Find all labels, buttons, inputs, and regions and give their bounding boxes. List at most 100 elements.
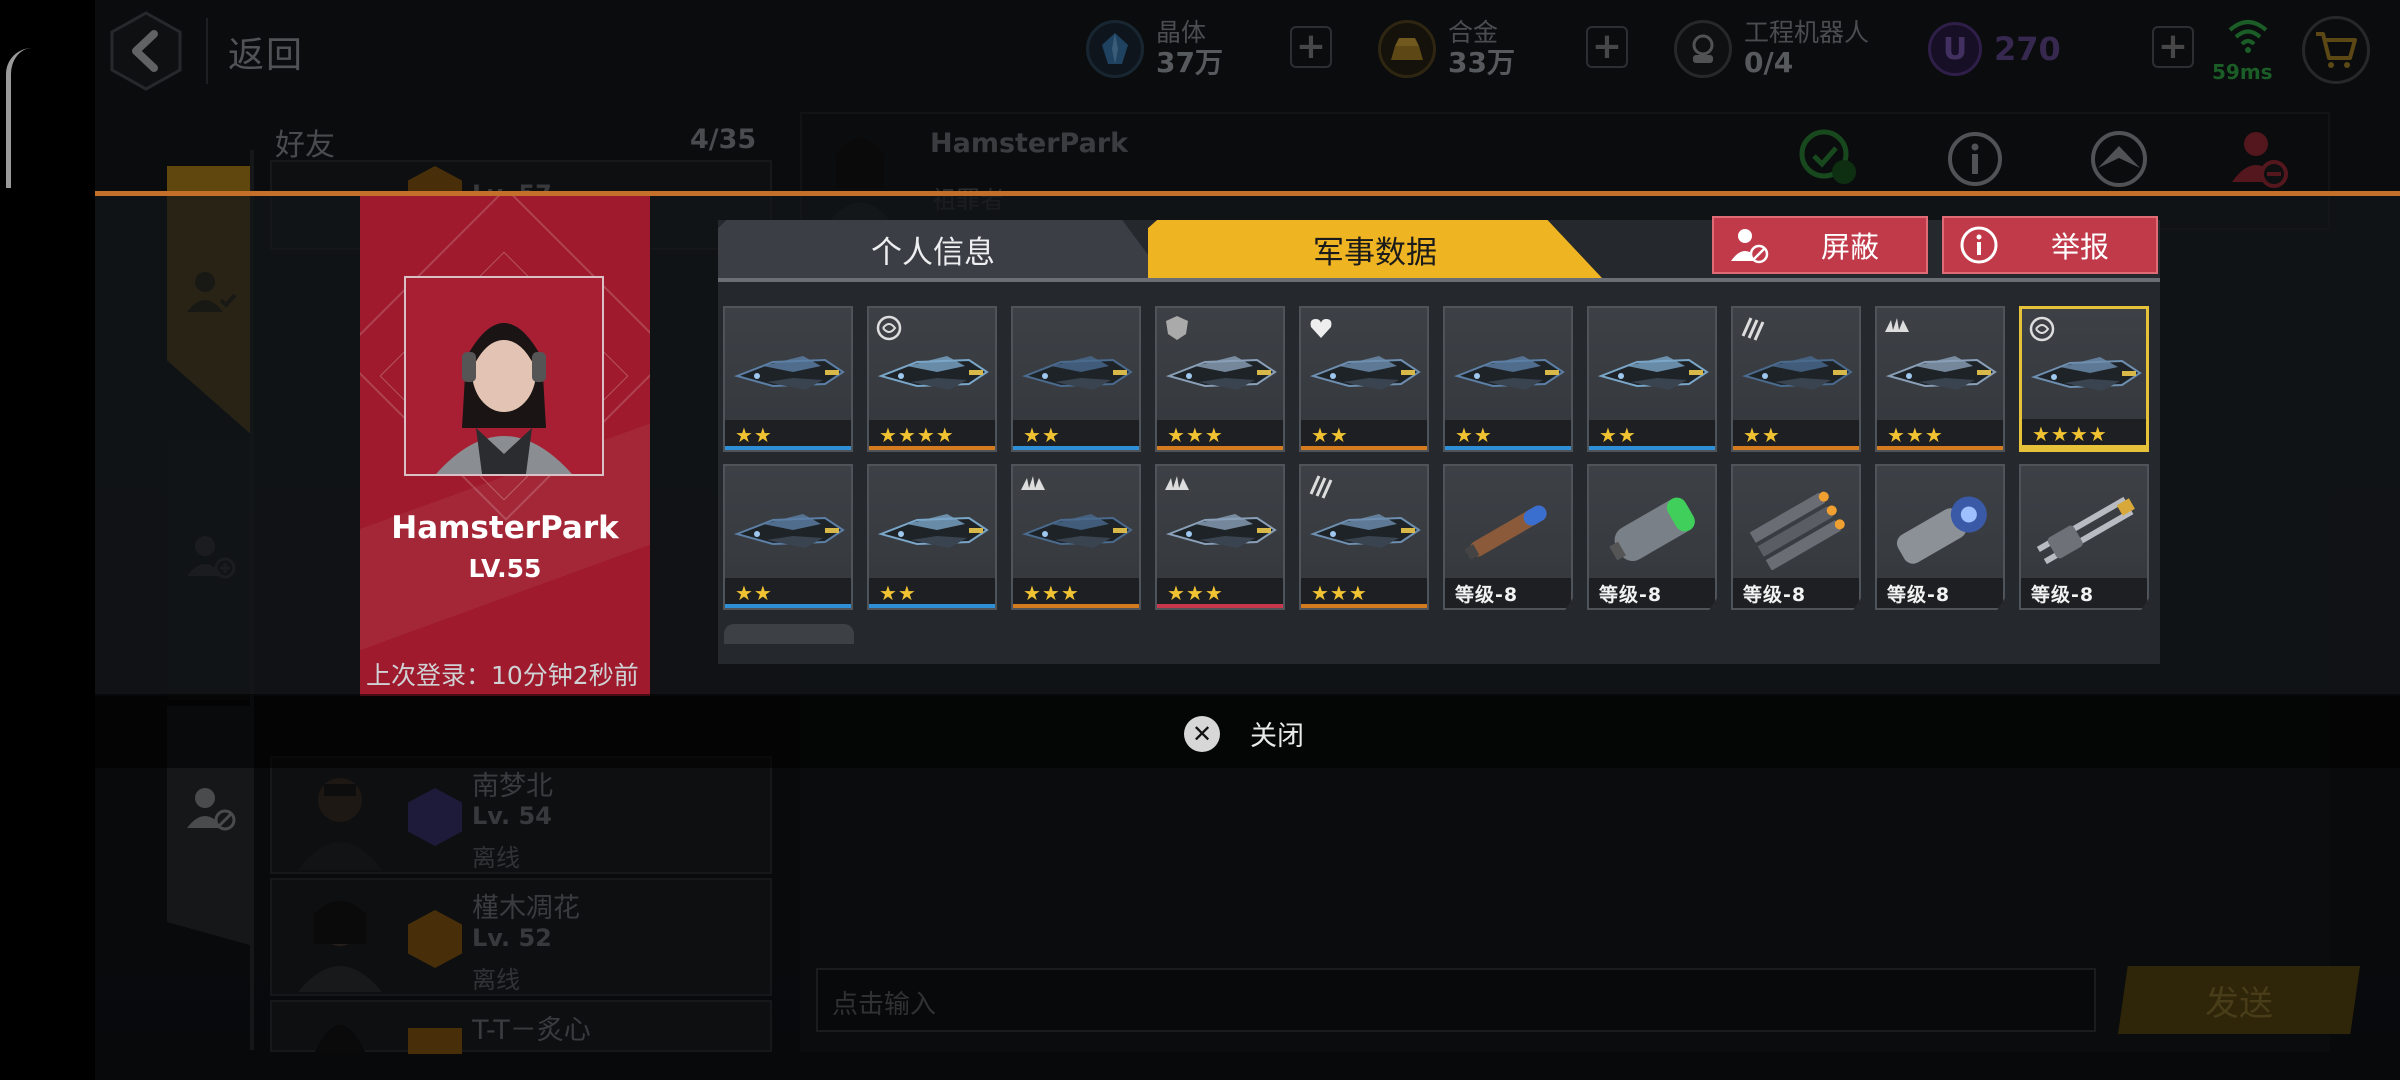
launcher-icon [1741, 490, 1855, 571]
ship-item-slot[interactable]: ★★ [723, 464, 853, 610]
rarity-bar [1301, 604, 1427, 608]
ship-item-slot[interactable]: ★★ [1587, 306, 1717, 452]
claw-badge-icon [1307, 472, 1335, 500]
weapon-item-slot[interactable]: 等级-8 [1731, 464, 1861, 610]
rarity-bar [1301, 446, 1427, 450]
item-stars: ★★ [1743, 423, 1781, 447]
canister-icon [1597, 490, 1711, 570]
item-stars: ★★ [735, 581, 773, 605]
tab-personal-info[interactable]: 个人信息 [718, 220, 1148, 278]
rarity-bar [869, 446, 995, 450]
item-stars: ★★ [1455, 423, 1493, 447]
ship-item-slot[interactable]: ★★★ [1011, 464, 1141, 610]
heart-badge-icon [1307, 314, 1335, 342]
ship-item-slot[interactable]: ★★★ [1155, 464, 1285, 610]
ship-icon [1165, 332, 1279, 412]
profile-avatar [404, 276, 604, 476]
info-icon [1954, 220, 2004, 270]
item-grid-overflow-stub [724, 624, 854, 644]
rarity-bar [1157, 446, 1283, 450]
rarity-bar [725, 604, 851, 608]
ship-item-slot[interactable]: ★★★ [1155, 306, 1285, 452]
rarity-bar [1877, 446, 2003, 450]
profile-name: HamsterPark [391, 510, 619, 546]
item-grade: 等级-8 [1455, 583, 1519, 606]
weapon-item-slot[interactable]: 等级-8 [1587, 464, 1717, 610]
ship-item-slot[interactable]: ★★ [723, 306, 853, 452]
claw-badge-icon [1739, 314, 1767, 342]
ship-icon [1309, 490, 1423, 570]
item-stars: ★★ [735, 423, 773, 447]
item-grade: 等级-8 [1743, 583, 1807, 606]
ship-icon [1597, 332, 1711, 412]
tab-military-data[interactable]: 军事数据 [1148, 220, 1602, 278]
item-grade: 等级-8 [2031, 583, 2095, 606]
item-stars: ★★★ [1023, 581, 1080, 605]
item-stars: ★★★ [1167, 423, 1224, 447]
item-stars: ★★★★ [879, 423, 955, 447]
rarity-bar [1589, 446, 1715, 450]
item-stars: ★★ [1311, 423, 1349, 447]
close-button[interactable]: ✕ 关闭 [1184, 714, 1304, 753]
ship-item-slot[interactable]: ★★ [1443, 306, 1573, 452]
ship-icon [877, 332, 991, 412]
ship-icon [1309, 332, 1423, 412]
wing-badge-icon [1883, 314, 1911, 342]
rarity-bar [1445, 446, 1571, 450]
block-user-icon [1724, 220, 1774, 270]
ship-icon [1165, 490, 1279, 570]
last-login-text: 上次登录：10分钟2秒前 [366, 661, 639, 690]
ship-item-slot[interactable]: ★★★ [1875, 306, 2005, 452]
item-grade: 等级-8 [1599, 583, 1663, 606]
item-stars: ★★★ [1311, 581, 1368, 605]
ship-item-slot[interactable]: ★★ [1299, 306, 1429, 452]
report-label: 举报 [2050, 230, 2109, 264]
shield-badge-icon [1163, 314, 1191, 342]
report-button[interactable]: 举报 [1942, 216, 2158, 274]
item-stars: ★★ [1023, 423, 1061, 447]
weapon-item-slot[interactable]: 等级-8 [1875, 464, 2005, 610]
ship-icon [733, 332, 847, 412]
wing-badge-icon [1019, 472, 1047, 500]
ship-icon [1885, 332, 1999, 412]
cannon-icon [1885, 490, 1999, 570]
swirl-badge-icon [2028, 315, 2056, 343]
rarity-bar [869, 604, 995, 608]
rarity-bar [1157, 604, 1283, 608]
close-label: 关闭 [1250, 721, 1304, 752]
profile-level: LV.55 [468, 554, 542, 583]
ship-item-slot[interactable]: ★★ [1731, 306, 1861, 452]
left-edge-handle[interactable] [6, 48, 32, 188]
missile-icon [1453, 490, 1567, 570]
ship-item-slot[interactable]: ★★ [867, 464, 997, 610]
rarity-bar [1013, 446, 1139, 450]
ship-icon [1741, 332, 1855, 412]
item-stars: ★★★ [1887, 423, 1944, 447]
military-data-panel: 个人信息 军事数据 屏蔽 举报 ★★ ★★★★ ★★ ★★★ ★★ ★★ ★★ ★★ ★★★ ★★… [718, 216, 2160, 664]
rarity-bar [1733, 446, 1859, 450]
ship-item-slot[interactable]: ★★★★ [867, 306, 997, 452]
tab-underline [718, 278, 2160, 282]
item-stars: ★★ [879, 581, 917, 605]
rarity-bar [2022, 445, 2146, 449]
block-label: 屏蔽 [1820, 230, 1879, 264]
item-grade: 等级-8 [1887, 583, 1951, 606]
weapon-item-slot[interactable]: 等级-8 [1443, 464, 1573, 610]
ship-item-slot[interactable]: ★★★ [1299, 464, 1429, 610]
ship-icon [1453, 332, 1567, 412]
item-stars: ★★★ [1167, 581, 1224, 605]
close-icon: ✕ [1184, 715, 1220, 752]
swirl-badge-icon [875, 314, 903, 342]
ship-icon [877, 490, 991, 570]
ship-icon [1021, 490, 1135, 570]
weapon-item-slot[interactable]: 等级-8 [2019, 464, 2149, 610]
profile-card: HamsterPark LV.55 [360, 196, 650, 696]
ship-icon [2030, 333, 2144, 413]
item-stars: ★★ [1599, 423, 1637, 447]
ship-item-slot[interactable]: ★★★★ [2019, 306, 2149, 452]
ship-item-slot[interactable]: ★★ [1011, 306, 1141, 452]
item-stars: ★★★★ [2032, 422, 2108, 446]
block-button[interactable]: 屏蔽 [1712, 216, 1928, 274]
railgun-icon [2029, 490, 2143, 570]
wing-badge-icon [1163, 472, 1191, 500]
